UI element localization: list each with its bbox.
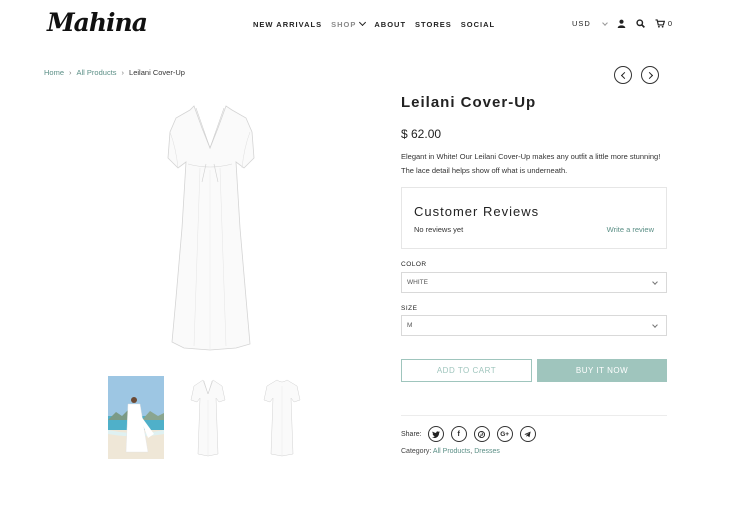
user-icon[interactable]	[617, 19, 626, 28]
nav-social[interactable]: SOCIAL	[461, 20, 495, 29]
add-to-cart-button[interactable]: ADD TO CART	[401, 359, 532, 382]
product-description: Elegant in White! Our Leilani Cover-Up m…	[401, 152, 661, 175]
thumbnail-dress-back[interactable]	[254, 376, 310, 459]
write-review-link[interactable]: Write a review	[607, 225, 654, 234]
category-label: Category:	[401, 448, 432, 455]
nav-stores[interactable]: STORES	[415, 20, 452, 29]
chevron-left-icon	[620, 71, 628, 79]
breadcrumb-current: Leilani Cover-Up	[129, 68, 185, 77]
chevron-down-icon	[359, 18, 367, 27]
share-bar: Share: f G+	[401, 426, 536, 442]
product-main-image[interactable]	[160, 98, 260, 354]
cart-count: 0	[667, 19, 674, 28]
cart-button[interactable]: 0	[655, 19, 673, 28]
chevron-right-icon: ›	[69, 68, 72, 77]
nav-about[interactable]: ABOUT	[374, 20, 406, 29]
thumbnail-dress-front[interactable]	[180, 376, 236, 459]
cart-icon	[655, 19, 665, 28]
breadcrumb-all-products[interactable]: All Products	[77, 68, 117, 77]
telegram-icon[interactable]	[519, 426, 536, 442]
category-dresses[interactable]: Dresses	[474, 448, 500, 455]
search-icon[interactable]	[636, 19, 645, 28]
facebook-icon[interactable]: f	[450, 426, 467, 442]
chevron-down-icon	[652, 322, 658, 328]
customer-reviews-panel: Customer Reviews No reviews yet Write a …	[401, 187, 667, 249]
buy-now-button[interactable]: BUY IT NOW	[537, 359, 667, 382]
size-select-value: M	[407, 322, 413, 329]
nav-shop[interactable]: SHOP	[331, 18, 367, 29]
chevron-right-icon	[645, 71, 653, 79]
color-select[interactable]: WHITE	[401, 272, 667, 293]
reviews-heading: Customer Reviews	[414, 204, 540, 219]
thumbnail-beach-photo[interactable]	[108, 376, 164, 459]
category-all-products[interactable]: All Products	[433, 448, 470, 455]
pinterest-icon[interactable]	[473, 426, 490, 442]
size-select[interactable]: M	[401, 315, 667, 336]
nav-shop-label: SHOP	[331, 20, 357, 29]
color-label: COLOR	[401, 261, 427, 268]
nav-new-arrivals[interactable]: NEW ARRIVALS	[253, 20, 322, 29]
currency-selector[interactable]: USD	[572, 19, 608, 28]
category-separator: ,	[470, 448, 473, 455]
divider	[401, 415, 667, 416]
color-select-value: WHITE	[407, 279, 428, 286]
main-nav: NEW ARRIVALS SHOP ABOUT STORES SOCIAL	[253, 18, 495, 29]
chevron-right-icon: ›	[121, 68, 125, 77]
product-categories: Category: All Products, Dresses	[401, 448, 500, 455]
breadcrumb-home[interactable]: Home	[44, 68, 64, 77]
chevron-down-icon	[602, 19, 608, 26]
header-utilities: USD 0	[572, 19, 673, 28]
currency-value: USD	[572, 19, 591, 28]
site-header: Mahina NEW ARRIVALS SHOP ABOUT STORES SO…	[0, 0, 750, 50]
chevron-down-icon	[652, 279, 658, 285]
breadcrumb: Home › All Products › Leilani Cover-Up	[44, 68, 185, 77]
product-price: $ 62.00	[401, 127, 442, 141]
twitter-icon[interactable]	[427, 426, 444, 442]
share-label: Share:	[401, 430, 422, 438]
next-product-button[interactable]	[641, 66, 659, 84]
brand-logo[interactable]: Mahina	[47, 8, 148, 37]
size-label: SIZE	[401, 305, 418, 312]
product-title: Leilani Cover-Up	[401, 94, 537, 111]
google-plus-icon[interactable]: G+	[496, 426, 513, 442]
reviews-empty-text: No reviews yet	[414, 225, 464, 234]
previous-product-button[interactable]	[614, 66, 632, 84]
